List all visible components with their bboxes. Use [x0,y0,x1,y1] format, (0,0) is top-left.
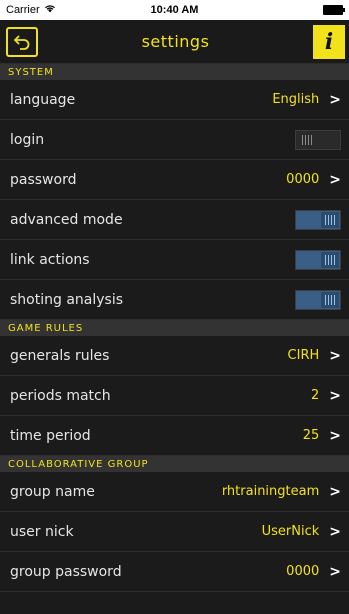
section-header-game-rules: GAME RULES [0,320,349,336]
setting-row-user-nick[interactable]: user nick UserNick > [0,512,349,552]
setting-label: generals rules [10,347,110,364]
chevron-right-icon: > [329,387,341,404]
setting-label: group password [10,563,122,580]
section-header-system: SYSTEM [0,64,349,80]
setting-row-generals-rules[interactable]: generals rules CIRH > [0,336,349,376]
setting-value: 0000 [286,172,320,187]
setting-row-group-name[interactable]: group name rhtrainingteam > [0,472,349,512]
setting-label: user nick [10,523,74,540]
setting-label: group name [10,483,95,500]
back-arrow-icon [13,34,30,50]
setting-label: login [10,131,45,148]
chevron-right-icon: > [329,427,341,444]
setting-row-shoting-analysis: shoting analysis [0,280,349,320]
link-actions-toggle[interactable] [295,249,341,270]
page-title: settings [141,32,210,51]
setting-row-periods-match[interactable]: periods match 2 > [0,376,349,416]
setting-value: CIRH [287,348,320,363]
battery-icon [323,5,345,15]
back-button[interactable] [6,26,38,57]
setting-value: 2 [310,388,320,403]
status-bar: Carrier 10:40 AM [0,0,349,20]
setting-row-password[interactable]: password 0000 > [0,160,349,200]
setting-row-language[interactable]: language English > [0,80,349,120]
chevron-right-icon: > [329,563,341,580]
setting-label: language [10,91,76,108]
setting-label: password [10,171,77,188]
chevron-right-icon: > [329,347,341,364]
setting-value: 25 [302,428,320,443]
setting-label: shoting analysis [10,291,124,308]
navigation-bar: settings i [0,20,349,64]
chevron-right-icon: > [329,483,341,500]
setting-value: rhtrainingteam [221,484,320,499]
setting-row-group-password[interactable]: group password 0000 > [0,552,349,592]
info-button[interactable]: i [313,24,345,59]
setting-value: UserNick [261,524,320,539]
setting-label: advanced mode [10,211,123,228]
login-toggle[interactable] [295,129,341,150]
chevron-right-icon: > [329,91,341,108]
chevron-right-icon: > [329,523,341,540]
chevron-right-icon: > [329,171,341,188]
setting-row-time-period[interactable]: time period 25 > [0,416,349,456]
shoting-analysis-toggle[interactable] [295,289,341,310]
setting-row-advanced-mode: advanced mode [0,200,349,240]
status-time: 10:40 AM [150,4,199,16]
setting-row-login: login [0,120,349,160]
setting-value: English [272,92,320,107]
advanced-mode-toggle[interactable] [295,209,341,230]
setting-label: time period [10,427,91,444]
setting-label: periods match [10,387,111,404]
setting-row-link-actions: link actions [0,240,349,280]
setting-label: link actions [10,251,90,268]
setting-value: 0000 [286,564,320,579]
section-header-collaborative-group: COLLABORATIVE GROUP [0,456,349,472]
